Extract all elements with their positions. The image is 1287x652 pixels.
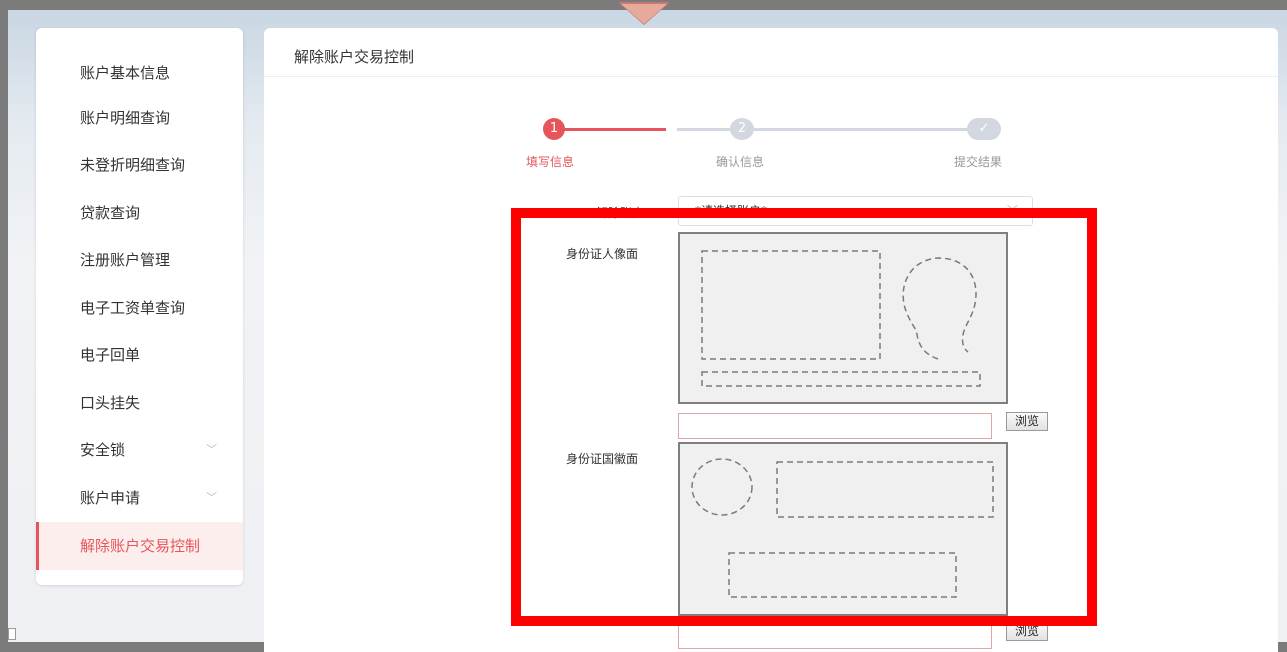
sidebar-item-account-info[interactable]: 账户基本信息 — [36, 49, 243, 97]
title-divider — [264, 76, 1278, 77]
id-front-placeholder-icon — [701, 250, 981, 387]
id-front-browse-button[interactable]: 浏览 — [1006, 412, 1049, 431]
id-back-upload-area[interactable] — [678, 442, 1008, 616]
chevron-down-icon: ﹀ — [206, 443, 217, 456]
page-title: 解除账户交易控制 — [294, 48, 415, 66]
sidebar-item-label: 贷款查询 — [80, 204, 141, 222]
id-back-browse-button[interactable]: 浏览 — [1006, 622, 1049, 641]
sidebar-item-label: 电子工资单查询 — [80, 299, 186, 317]
id-back-label: 身份证国徽面 — [566, 452, 639, 466]
pointer-indicator — [621, 4, 667, 24]
sidebar-item-label: 账户明细查询 — [80, 109, 171, 127]
sidebar-item-release-transaction-control[interactable]: 解除账户交易控制 — [36, 522, 243, 570]
id-front-upload-area[interactable] — [678, 232, 1008, 404]
sidebar-item-account-detail[interactable]: 账户明细查询 — [36, 94, 243, 142]
account-label: 解除账户 — [596, 206, 645, 220]
step-1-indicator: 1 — [543, 118, 565, 140]
step-1-label: 填写信息 — [526, 155, 575, 169]
app-frame: 账户基本信息 账户明细查询 未登折明细查询 贷款查询 注册账户管理 电子工资单查… — [8, 2, 1287, 652]
sidebar-item-e-receipt[interactable]: 电子回单 — [36, 331, 243, 379]
step-2-indicator: 2 — [730, 118, 754, 140]
sidebar-item-registered-accounts[interactable]: 注册账户管理 — [36, 236, 243, 284]
sidebar-item-payslip-query[interactable]: 电子工资单查询 — [36, 284, 243, 332]
sidebar-item-loan-query[interactable]: 贷款查询 — [36, 189, 243, 237]
id-back-file-input[interactable] — [678, 623, 992, 649]
sidebar-item-label: 安全锁 — [80, 441, 126, 459]
id-front-file-input[interactable] — [678, 413, 992, 439]
id-front-label: 身份证人像面 — [566, 247, 639, 261]
sidebar: 账户基本信息 账户明细查询 未登折明细查询 贷款查询 注册账户管理 电子工资单查… — [36, 28, 243, 585]
sidebar-item-security-lock[interactable]: 安全锁 ﹀ — [36, 426, 243, 474]
sidebar-item-verbal-loss-report[interactable]: 口头挂失 — [36, 379, 243, 427]
account-select[interactable]: *请选择账户* ﹀ — [678, 196, 1033, 226]
account-select-value: *请选择账户* — [695, 204, 768, 218]
sidebar-item-label: 口头挂失 — [80, 394, 141, 412]
sidebar-item-label: 解除账户交易控制 — [80, 537, 201, 555]
step-2-label: 确认信息 — [716, 155, 765, 169]
main-panel: 解除账户交易控制 1 2 ✓ 填写信息 确认信息 提交结果 解除账户 *请选择账… — [264, 28, 1278, 652]
chevron-down-icon: ﹀ — [206, 491, 217, 504]
sidebar-item-label: 未登折明细查询 — [80, 156, 186, 174]
sidebar-item-label: 注册账户管理 — [80, 251, 171, 269]
sidebar-item-label: 电子回单 — [80, 346, 141, 364]
check-icon: ✓ — [967, 118, 1001, 140]
window-corner-marker — [8, 628, 16, 640]
step-connector-1 — [554, 128, 666, 131]
sidebar-item-account-application[interactable]: 账户申请 ﹀ — [36, 474, 243, 522]
step-3-label: 提交结果 — [954, 155, 1003, 169]
id-back-placeholder-icon — [691, 458, 994, 598]
sidebar-item-label: 账户基本信息 — [80, 64, 171, 82]
sidebar-item-unposted-detail[interactable]: 未登折明细查询 — [36, 141, 243, 189]
sidebar-item-label: 账户申请 — [80, 489, 141, 507]
step-connector-2 — [677, 128, 975, 131]
chevron-down-icon: ﹀ — [1007, 204, 1018, 217]
